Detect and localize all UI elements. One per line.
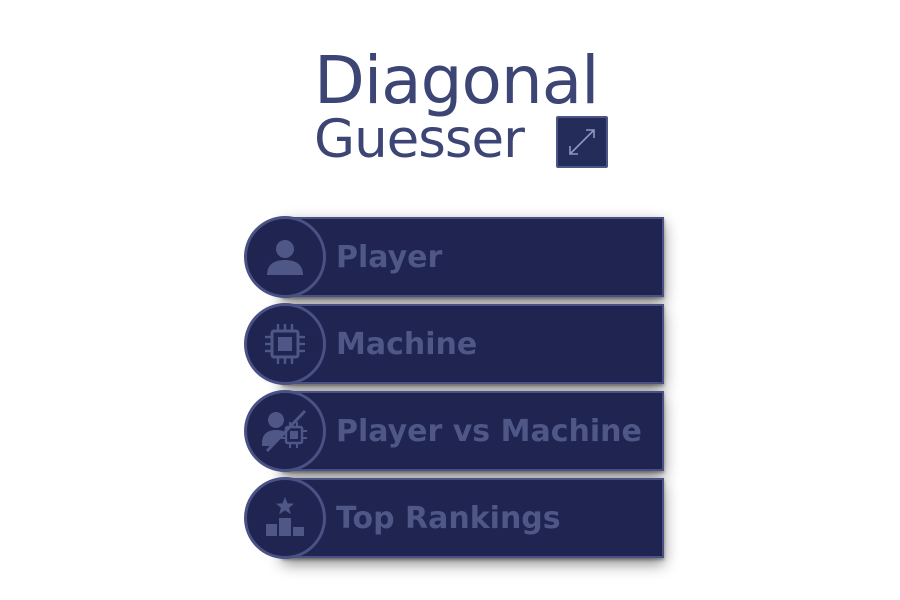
- top-rankings-label: Top Rankings: [336, 501, 561, 536]
- user-vs-chip-icon: [244, 390, 326, 472]
- cpu-chip-icon: [244, 303, 326, 385]
- logo-title-line1: Diagonal: [314, 42, 599, 119]
- main-menu-screen: Diagonal Guesser Player Machine Player v…: [0, 0, 900, 600]
- player-mode-label: Player: [336, 240, 443, 275]
- machine-mode-button[interactable]: Machine: [244, 303, 664, 385]
- machine-mode-label: Machine: [336, 327, 478, 362]
- player-vs-machine-mode-button[interactable]: Player vs Machine: [244, 390, 664, 472]
- main-menu: Player Machine Player vs Machine Top Ran…: [244, 216, 664, 564]
- player-mode-button[interactable]: Player: [244, 216, 664, 298]
- user-icon: [244, 216, 326, 298]
- player-vs-machine-mode-label: Player vs Machine: [336, 414, 642, 449]
- top-rankings-button[interactable]: Top Rankings: [244, 477, 664, 559]
- diagonal-arrow-icon: [556, 116, 608, 168]
- game-logo: Diagonal Guesser: [312, 46, 622, 176]
- logo-title-line2: Guesser: [314, 109, 525, 170]
- podium-star-icon: [244, 477, 326, 559]
